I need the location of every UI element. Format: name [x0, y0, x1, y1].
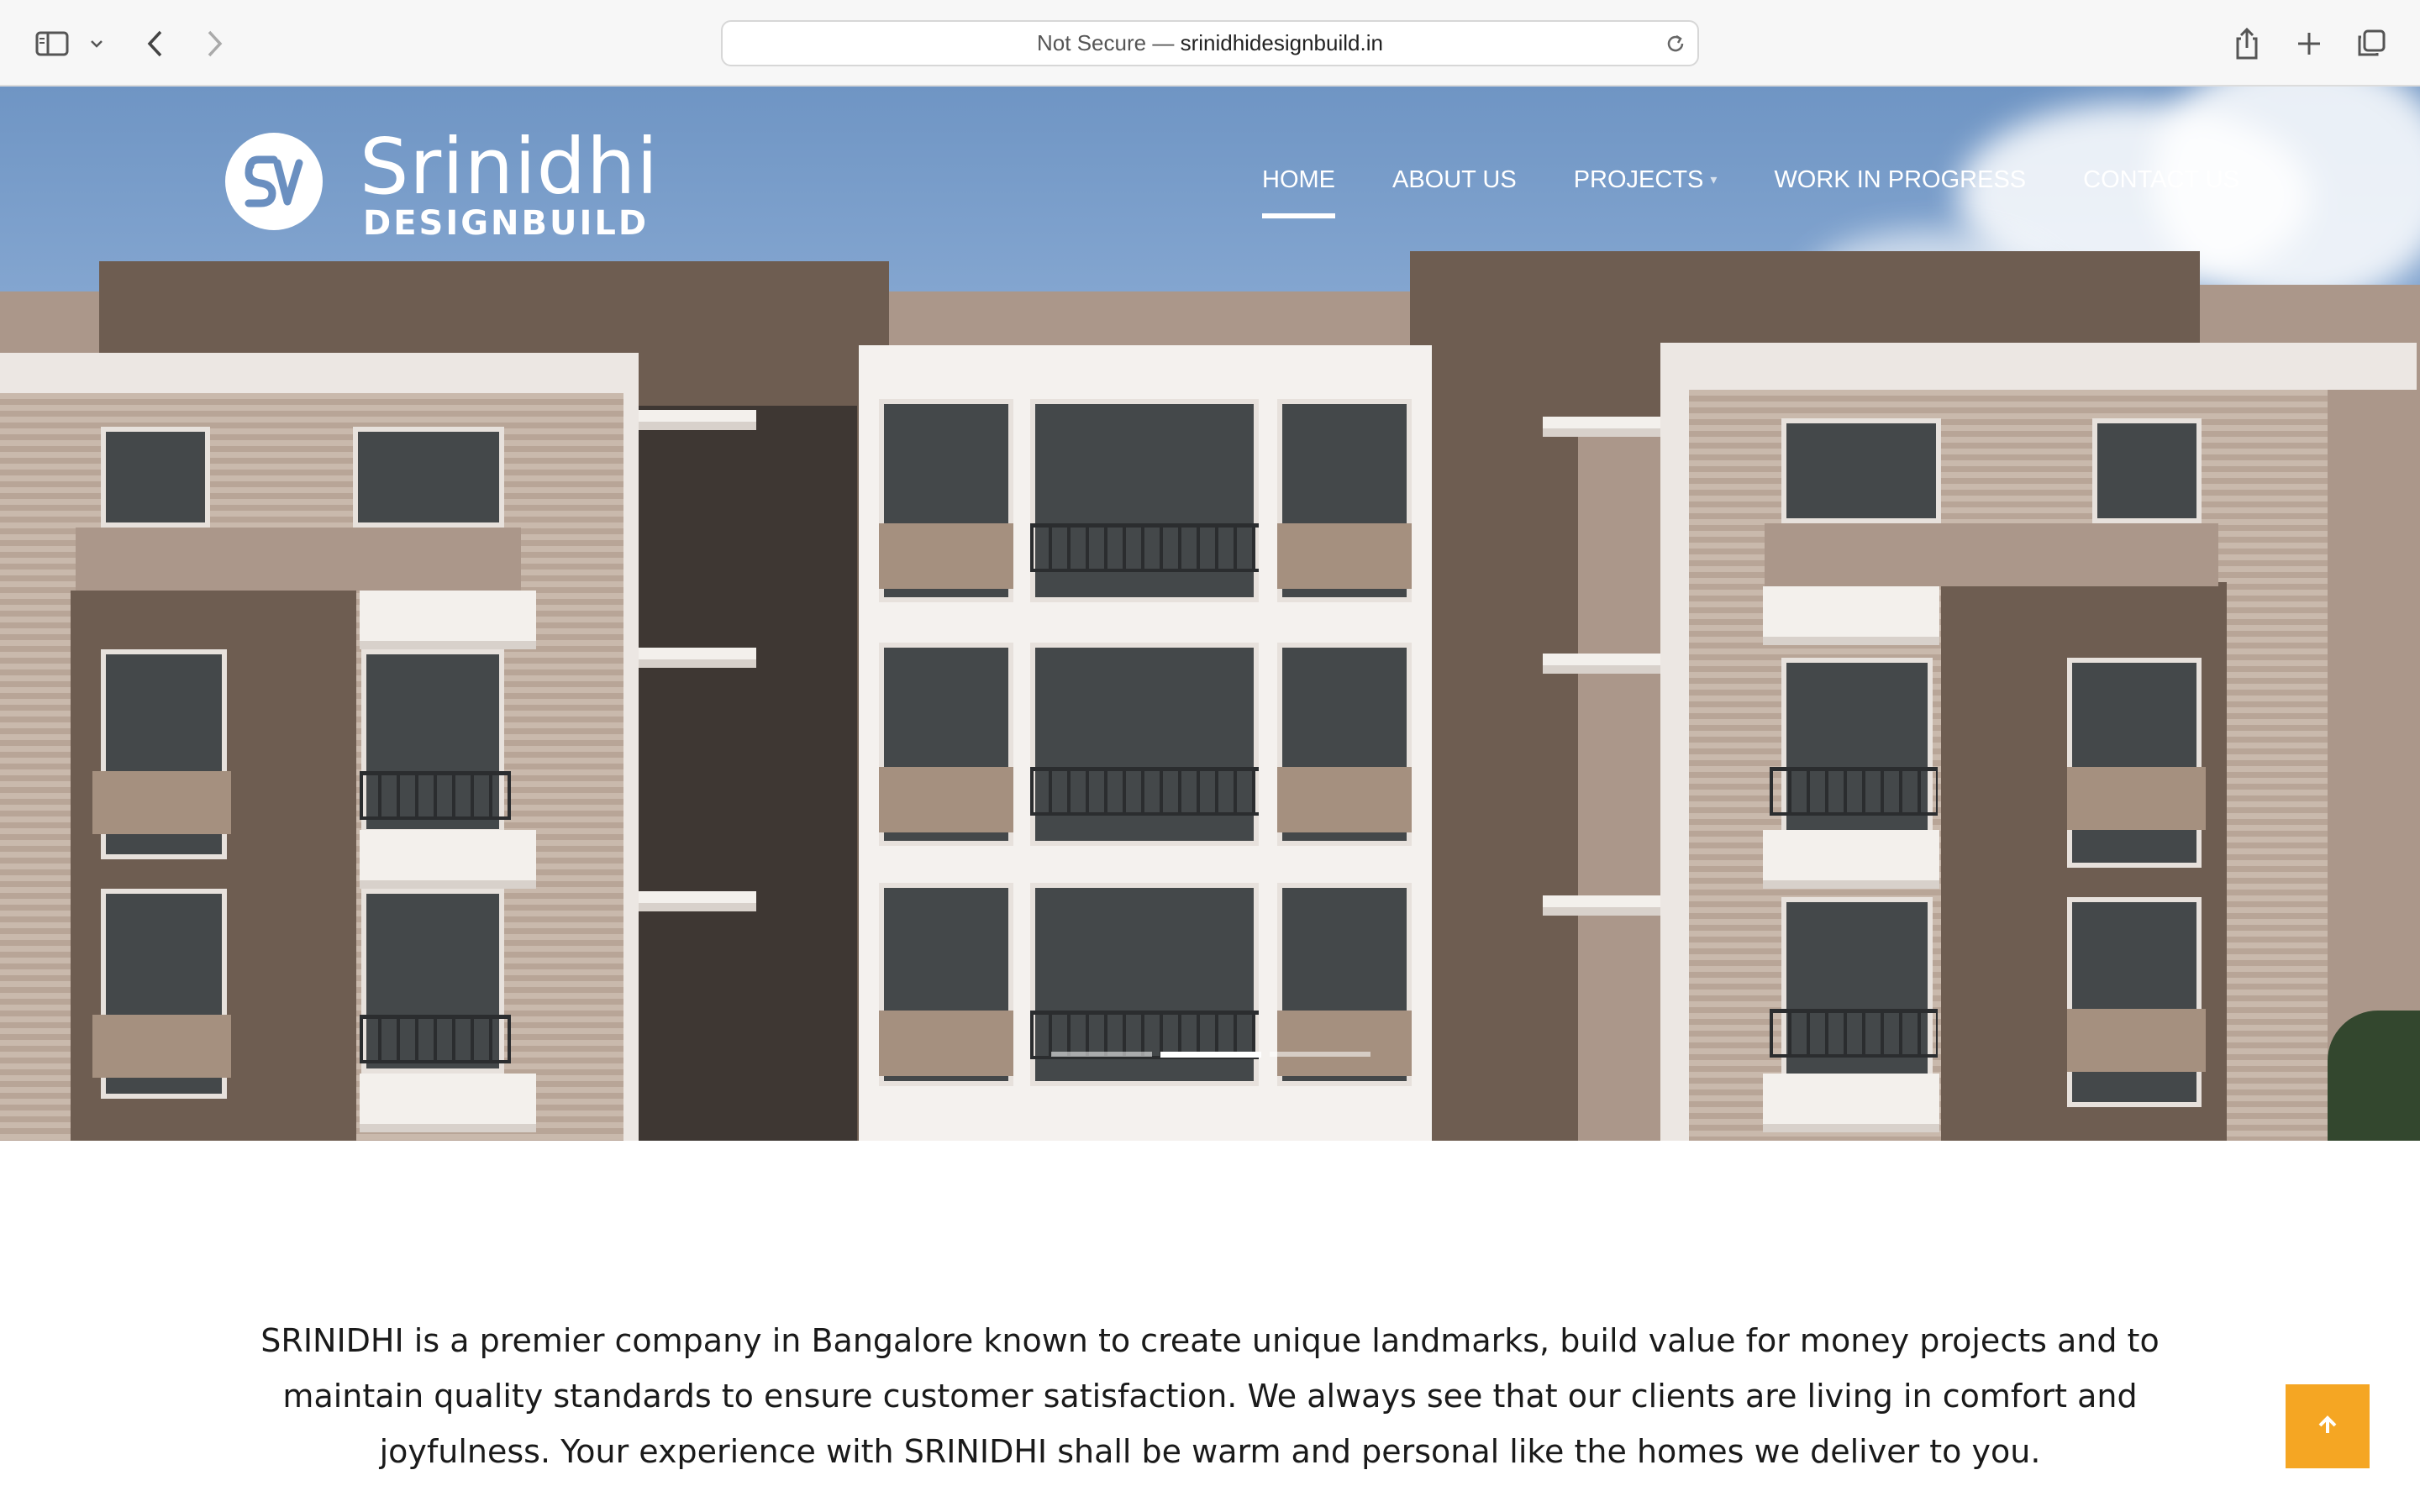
railing	[1030, 767, 1259, 816]
ledge	[639, 891, 756, 903]
nav-work-in-progress[interactable]: WORK IN PROGRESS	[1774, 159, 2026, 201]
railing	[1770, 767, 1938, 816]
nav-projects-label: PROJECTS	[1573, 165, 1704, 193]
balcony-panel	[879, 767, 1013, 832]
nav-home-label: HOME	[1262, 165, 1335, 193]
right-roof-slab	[1660, 343, 2417, 390]
balcony-panel	[2067, 1009, 2206, 1072]
back-icon[interactable]	[138, 18, 171, 69]
forward-icon[interactable]	[198, 18, 232, 69]
window	[353, 427, 504, 528]
tabs-overview-icon[interactable]	[2354, 18, 2388, 69]
logo-subtitle: DESIGNBUILD	[363, 204, 650, 243]
balcony-panel	[92, 771, 231, 834]
nav-projects[interactable]: PROJECTS ▾	[1574, 159, 1718, 201]
main-nav: HOME ABOUT US PROJECTS ▾ WORK IN PROGRES…	[1262, 159, 2239, 218]
address-host: srinidhidesignbuild.in	[1180, 30, 1383, 55]
window	[2067, 897, 2202, 1107]
slider-dot-3[interactable]	[1270, 1052, 1370, 1057]
left-column	[623, 353, 639, 1141]
ledge	[639, 648, 756, 659]
nav-home[interactable]: HOME	[1262, 159, 1335, 218]
right-column	[1660, 385, 1689, 1141]
ledge	[1543, 654, 1664, 665]
slider-pagination	[1051, 1052, 1370, 1058]
ledge	[1543, 417, 1664, 428]
sidebar-icon[interactable]	[30, 18, 74, 69]
chevron-down-icon[interactable]	[84, 18, 109, 69]
balcony-panel	[1277, 1011, 1412, 1076]
site-logo[interactable]: Srinidhi DESIGNBUILD	[225, 122, 658, 248]
ledge	[639, 410, 756, 422]
nav-contact-us[interactable]: CONTACT US	[2083, 159, 2239, 201]
balcony-panel	[879, 523, 1013, 589]
chevron-down-icon: ▾	[1710, 173, 1718, 187]
security-label: Not Secure —	[1037, 30, 1175, 55]
nav-about-us[interactable]: ABOUT US	[1392, 159, 1517, 201]
stairwell	[639, 406, 857, 1141]
intro-paragraph: SRINIDHI is a premier company in Bangalo…	[260, 1322, 2160, 1470]
balcony-panel	[879, 1011, 1013, 1076]
left-balcony-1	[76, 528, 521, 591]
browser-toolbar: Not Secure — srinidhidesignbuild.in	[0, 0, 2420, 87]
logo-wordmark: Srinidhi	[360, 122, 659, 212]
logo-emblem-icon	[225, 133, 323, 230]
balcony-panel	[1277, 767, 1412, 832]
tree	[2328, 1011, 2420, 1141]
reload-icon[interactable]	[1664, 32, 1687, 55]
right-balcony-1	[1765, 523, 2218, 586]
slider-dot-1[interactable]	[1051, 1052, 1152, 1057]
new-tab-icon[interactable]	[2292, 18, 2326, 69]
nav-contact-us-label: CONTACT US	[2083, 165, 2239, 193]
ledge	[1763, 586, 1939, 637]
ledge	[1543, 895, 1664, 907]
nav-work-in-progress-label: WORK IN PROGRESS	[1774, 165, 2027, 193]
scroll-to-top-button[interactable]	[2286, 1384, 2370, 1468]
window	[2092, 418, 2202, 523]
ledge	[1763, 830, 1939, 880]
ledge	[1763, 1074, 1939, 1124]
ledge	[360, 591, 536, 641]
hero-slider: Srinidhi DESIGNBUILD HOME ABOUT US PROJE…	[0, 87, 2420, 1141]
address-bar[interactable]: Not Secure — srinidhidesignbuild.in	[721, 20, 1699, 66]
ledge	[360, 1074, 536, 1124]
share-icon[interactable]	[2230, 18, 2264, 69]
window	[101, 427, 210, 528]
ledge	[360, 830, 536, 880]
railing	[1030, 523, 1259, 572]
railing	[1770, 1009, 1938, 1058]
window	[1781, 418, 1941, 523]
right-connector	[1578, 423, 1662, 1141]
nav-about-us-label: ABOUT US	[1392, 165, 1517, 193]
arrow-up-icon	[2316, 1413, 2339, 1441]
railing	[360, 1015, 511, 1063]
railing	[360, 771, 511, 820]
balcony-panel	[92, 1015, 231, 1078]
left-roof-slab	[0, 353, 639, 393]
slider-dot-2[interactable]	[1160, 1052, 1261, 1058]
balcony-panel	[1277, 523, 1412, 589]
window	[2067, 658, 2202, 868]
balcony-panel	[2067, 767, 2206, 830]
